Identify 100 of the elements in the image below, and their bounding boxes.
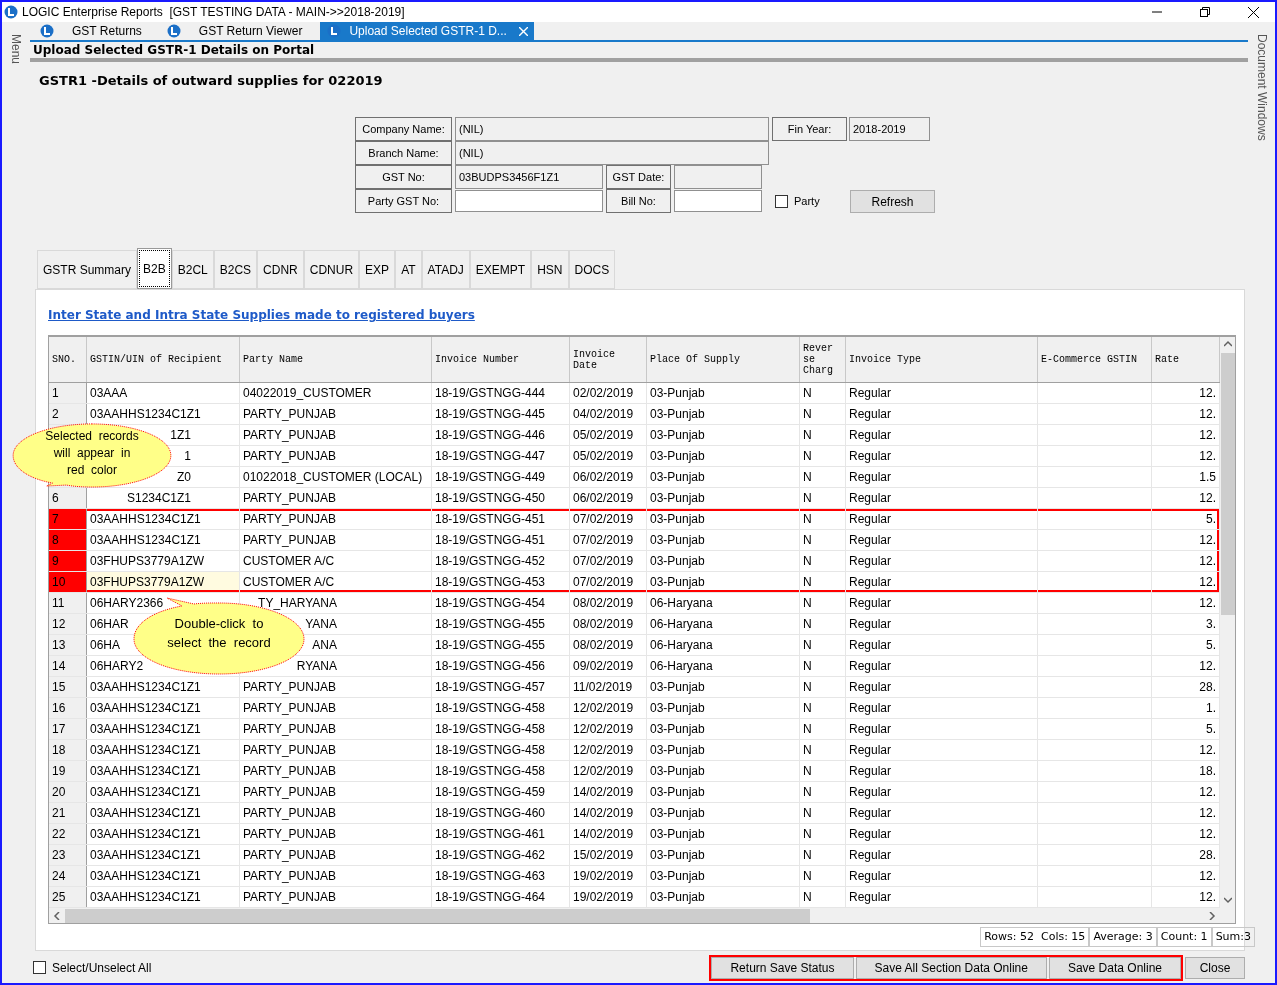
row-header[interactable]: 20	[49, 782, 87, 802]
table-cell: 03-Punjab	[647, 740, 800, 760]
row-header[interactable]: 17	[49, 719, 87, 739]
table-cell: 14/02/2019	[570, 803, 647, 823]
scroll-left-icon[interactable]	[53, 911, 61, 920]
row-header[interactable]: 18	[49, 740, 87, 760]
table-cell: 18-19/GSTNGG-461	[432, 824, 570, 844]
table-cell: 03FHUPS3779A1ZW	[87, 572, 240, 592]
row-header[interactable]: 6	[49, 488, 87, 508]
table-cell: Regular	[846, 782, 1038, 802]
action-button[interactable]: Save All Section Data Online	[855, 956, 1047, 979]
table-cell: PARTY_PUNJAB	[240, 782, 432, 802]
row-header[interactable]: 19	[49, 761, 87, 781]
document-windows-tab[interactable]: Document Windows	[1252, 34, 1271, 141]
action-button[interactable]: Return Save Status	[711, 956, 854, 979]
action-button[interactable]: Close	[1185, 956, 1245, 979]
party-checkbox[interactable]	[775, 194, 788, 208]
table-cell: N	[800, 782, 846, 802]
row-header[interactable]: 15	[49, 677, 87, 697]
row-header[interactable]: 24	[49, 866, 87, 886]
section-tab[interactable]: B2B	[137, 248, 172, 289]
table-cell: 1.5	[1152, 467, 1220, 487]
scrollbar-thumb[interactable]	[65, 908, 810, 923]
bill-number-field[interactable]	[674, 190, 762, 212]
status-text: Count: 1	[1156, 927, 1212, 947]
document-tab[interactable]: GST Return Viewer	[159, 22, 321, 40]
table-cell: 12.	[1152, 425, 1220, 445]
section-tab[interactable]: EXP	[359, 250, 396, 289]
row-header[interactable]: 23	[49, 845, 87, 865]
table-cell: 18-19/GSTNGG-444	[432, 383, 570, 403]
row-header[interactable]: 25	[49, 887, 87, 907]
row-header[interactable]: 11	[49, 593, 87, 613]
column-header[interactable]: Invoice Type	[846, 337, 1038, 382]
table-cell: 05/02/2019	[570, 425, 647, 445]
document-tab[interactable]: Upload Selected GSTR-1 D...	[320, 22, 534, 40]
table-cell: 12.	[1152, 803, 1220, 823]
section-tab[interactable]: EXEMPT	[469, 250, 532, 289]
scroll-right-icon[interactable]	[1208, 911, 1216, 920]
row-header[interactable]: 16	[49, 698, 87, 718]
select-all-checkbox[interactable]	[33, 961, 46, 975]
scroll-up-icon[interactable]	[1223, 340, 1232, 348]
action-button[interactable]: Save Data Online	[1048, 956, 1181, 979]
row-header[interactable]: 22	[49, 824, 87, 844]
scroll-down-icon[interactable]	[1223, 896, 1232, 904]
section-tab[interactable]: DOCS	[568, 250, 616, 289]
column-header[interactable]: Party Name	[240, 337, 432, 382]
column-header[interactable]: Place Of Supply	[647, 337, 800, 382]
row-header[interactable]: 12	[49, 614, 87, 634]
row-header[interactable]: 21	[49, 803, 87, 823]
table-cell: N	[800, 740, 846, 760]
table-cell: N	[800, 635, 846, 655]
table-cell: 18-19/GSTNGG-458	[432, 719, 570, 739]
column-header[interactable]: Reverse Charg	[800, 337, 846, 382]
section-tab[interactable]: ATADJ	[421, 250, 470, 289]
section-tab[interactable]: GSTR Summary	[37, 250, 137, 289]
table-cell: 14/02/2019	[570, 824, 647, 844]
section-tab[interactable]: CDNUR	[303, 250, 360, 289]
table-cell: 03AAHHS1234C1Z1	[87, 719, 240, 739]
column-header[interactable]: GSTIN/UIN of Recipient	[87, 337, 240, 382]
column-header[interactable]: Invoice Number	[432, 337, 570, 382]
row-header[interactable]: 2	[49, 404, 87, 424]
section-tab[interactable]: HSN	[531, 250, 569, 289]
section-tab[interactable]: B2CS	[213, 250, 258, 289]
horizontal-scrollbar[interactable]	[49, 908, 1220, 923]
row-header[interactable]: 13	[49, 635, 87, 655]
vertical-scrollbar[interactable]	[1220, 337, 1235, 923]
row-header[interactable]: 14	[49, 656, 87, 676]
row-header[interactable]: 1	[49, 383, 87, 403]
table-cell: 03-Punjab	[647, 677, 800, 697]
row-header[interactable]: 7	[49, 509, 87, 529]
table-cell: 12.	[1152, 866, 1220, 886]
scrollbar-thumb[interactable]	[1220, 353, 1235, 615]
table-cell: N	[800, 614, 846, 634]
section-tab[interactable]: CDNR	[257, 250, 304, 289]
table-cell: PARTY_PUNJAB	[240, 824, 432, 844]
section-link[interactable]: Inter State and Intra State Supplies made to registered buyers	[48, 306, 475, 324]
table-cell: Regular	[846, 467, 1038, 487]
window-title: LOGIC Enterprise Reports [GST TESTING DATA - MAIN->>2018-2019]	[22, 4, 405, 21]
row-header[interactable]: 9	[49, 551, 87, 571]
table-cell: 12/02/2019	[570, 740, 647, 760]
column-header[interactable]: E-Commerce GSTIN	[1038, 337, 1152, 382]
menu-tab[interactable]: Menu	[7, 34, 25, 65]
document-tab[interactable]: GST Returns	[33, 22, 160, 40]
table-cell: 5.	[1152, 719, 1220, 739]
table-cell: Regular	[846, 383, 1038, 403]
close-icon[interactable]	[1248, 6, 1259, 18]
restore-icon[interactable]	[1200, 7, 1210, 17]
column-header[interactable]: SNO.	[49, 337, 87, 382]
table-cell: 28.	[1152, 677, 1220, 697]
status-text: Average: 3	[1089, 927, 1157, 947]
section-tab[interactable]: B2CL	[171, 250, 214, 289]
row-header[interactable]: 10	[49, 572, 87, 592]
gst-date-field[interactable]	[674, 165, 762, 189]
table-cell: 08/02/2019	[570, 593, 647, 613]
refresh-button[interactable]: Refresh	[850, 190, 935, 213]
party-gst-number-field[interactable]	[455, 190, 603, 212]
section-tab[interactable]: AT	[395, 250, 422, 289]
table-cell: 08/02/2019	[570, 614, 647, 634]
column-header[interactable]: Invoice Date	[570, 337, 647, 382]
row-header[interactable]: 8	[49, 530, 87, 550]
